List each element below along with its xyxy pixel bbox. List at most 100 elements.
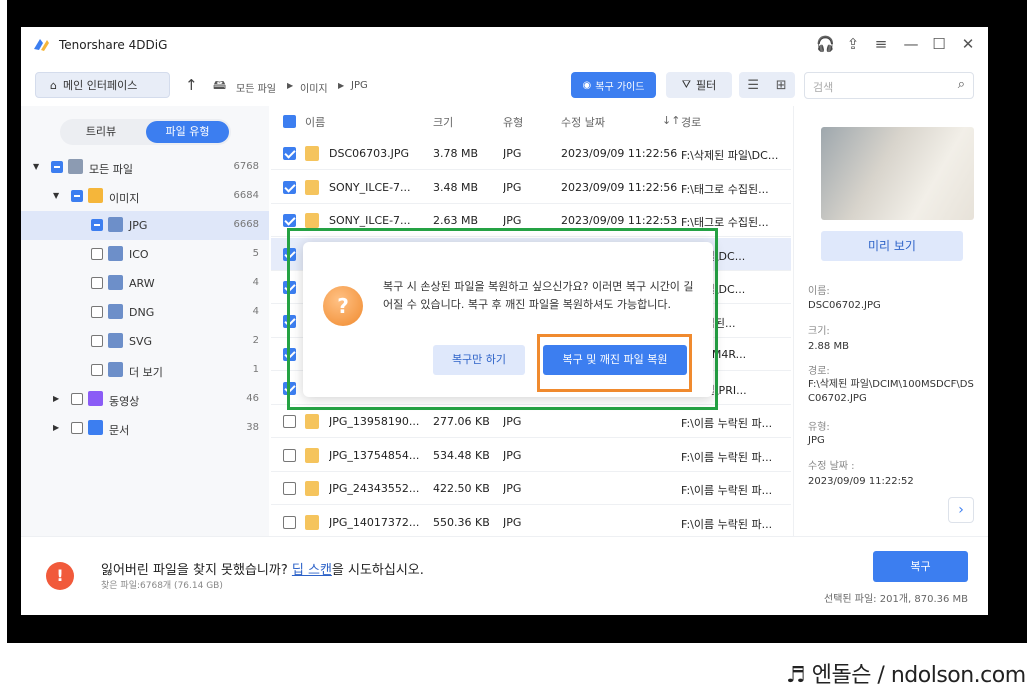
search-icon[interactable]: ⌕ bbox=[958, 77, 965, 92]
file-type: JPG bbox=[503, 515, 522, 529]
column-date-header[interactable]: 수정 날짜 bbox=[561, 114, 605, 130]
minimize-icon[interactable]: — bbox=[902, 35, 920, 53]
deep-scan-link[interactable]: 딥 스캔 bbox=[292, 563, 332, 578]
view-mode-toggle: 트리뷰 파일 유형 bbox=[60, 119, 231, 145]
tab-file-type[interactable]: 파일 유형 bbox=[146, 121, 229, 143]
folder-icon bbox=[108, 246, 123, 261]
file-size: 2.63 MB bbox=[433, 214, 479, 227]
watermark-text: ♬ 엔돌슨 / ndolson.com bbox=[786, 663, 1026, 688]
tree-item-label: DNG bbox=[129, 306, 155, 319]
tree-item-svg[interactable]: SVG 2 bbox=[21, 327, 269, 356]
row-checkbox[interactable] bbox=[283, 180, 296, 194]
question-icon: ? bbox=[323, 286, 363, 326]
sort-icon[interactable]: ↓↑ bbox=[662, 114, 680, 127]
search-input[interactable]: 검색 ⌕ bbox=[804, 72, 974, 99]
tree-item-arw[interactable]: ARW 4 bbox=[21, 269, 269, 298]
preview-thumbnail bbox=[821, 127, 974, 220]
tree-item-label: 문서 bbox=[109, 424, 130, 437]
breadcrumb-separator-icon: ▶ bbox=[287, 81, 294, 90]
filter-button[interactable]: ⛛ 필터 bbox=[666, 72, 732, 98]
checkbox[interactable] bbox=[91, 277, 103, 289]
select-all-checkbox[interactable] bbox=[283, 115, 296, 128]
file-type: JPG bbox=[503, 180, 522, 194]
size-value: 2.88 MB bbox=[808, 341, 849, 352]
expand-arrow-icon[interactable]: ▼ bbox=[33, 162, 39, 171]
checkbox[interactable] bbox=[51, 161, 63, 173]
file-date: 2023/09/09 11:22:56 bbox=[561, 180, 678, 194]
document-icon bbox=[88, 420, 103, 435]
row-checkbox[interactable] bbox=[283, 415, 296, 428]
checkbox[interactable] bbox=[91, 219, 103, 231]
tree-item-label: 동영상 bbox=[109, 395, 140, 408]
breadcrumb-all-files[interactable]: 모든 파일 bbox=[236, 80, 276, 95]
maximize-icon[interactable]: ☐ bbox=[930, 35, 948, 53]
row-checkbox[interactable] bbox=[283, 214, 296, 227]
recover-button[interactable]: 복구 bbox=[873, 551, 968, 582]
breadcrumb-images[interactable]: 이미지 bbox=[300, 80, 328, 95]
type-value: JPG bbox=[808, 435, 825, 446]
tree-item-ico[interactable]: ICO 5 bbox=[21, 240, 269, 269]
row-checkbox[interactable] bbox=[283, 515, 296, 529]
expand-arrow-icon[interactable]: ▼ bbox=[53, 191, 59, 200]
size-label: 크기: bbox=[808, 326, 830, 337]
column-path-header[interactable]: 경로 bbox=[681, 114, 701, 130]
column-name-header[interactable]: 이름 bbox=[305, 114, 325, 130]
recover-only-button[interactable]: 복구만 하기 bbox=[433, 345, 525, 375]
close-icon[interactable]: ✕ bbox=[959, 35, 977, 53]
checkbox[interactable] bbox=[91, 335, 103, 347]
file-date: 2023/09/09 11:22:56 bbox=[561, 147, 678, 160]
grid-view-icon[interactable]: ⊞ bbox=[776, 78, 787, 93]
headset-icon[interactable]: 🎧 bbox=[816, 35, 835, 53]
file-date: 2023/09/09 11:22:53 bbox=[561, 214, 678, 227]
tree-item-images[interactable]: ▼ 이미지 6684 bbox=[21, 182, 269, 211]
tree-item-label: 더 보기 bbox=[129, 366, 163, 379]
tree-item-documents[interactable]: ▶ 문서 38 bbox=[21, 414, 269, 443]
image-file-icon bbox=[305, 414, 319, 429]
table-row[interactable]: SONY_ILCE-7... 3.48 MB JPG 2023/09/09 11:22… bbox=[271, 171, 791, 204]
row-checkbox[interactable] bbox=[283, 147, 296, 160]
collapse-arrow-icon[interactable]: ▶ bbox=[53, 423, 59, 432]
image-file-icon bbox=[305, 179, 319, 195]
collapse-arrow-icon[interactable]: ▶ bbox=[53, 394, 59, 403]
drive-icon bbox=[68, 159, 83, 174]
tree-item-label: ARW bbox=[129, 277, 155, 290]
file-size: 3.78 MB bbox=[433, 147, 479, 160]
checkbox[interactable] bbox=[71, 190, 83, 202]
row-checkbox[interactable] bbox=[283, 448, 296, 462]
date-value: 2023/09/09 11:22:52 bbox=[808, 476, 914, 487]
preview-button[interactable]: 미리 보기 bbox=[821, 231, 963, 261]
checkbox[interactable] bbox=[91, 248, 103, 260]
tree-item-count: 6768 bbox=[233, 161, 259, 172]
column-size-header[interactable]: 크기 bbox=[433, 114, 453, 130]
file-type: JPG bbox=[503, 147, 522, 160]
tree-item-jpg[interactable]: JPG 6668 bbox=[21, 211, 269, 240]
checkbox[interactable] bbox=[71, 422, 83, 434]
row-checkbox[interactable] bbox=[283, 482, 296, 495]
checkbox[interactable] bbox=[71, 393, 83, 405]
home-button[interactable]: ⌂ 메인 인터페이스 bbox=[35, 72, 170, 98]
recovery-guide-button[interactable]: ◉ 복구 가이드 bbox=[571, 72, 656, 98]
tree-item-video[interactable]: ▶ 동영상 46 bbox=[21, 385, 269, 414]
tree-item-all-files[interactable]: ▼ 모든 파일 6768 bbox=[21, 153, 269, 182]
list-view-icon[interactable]: ☰ bbox=[747, 78, 759, 93]
menu-icon[interactable]: ≡ bbox=[872, 35, 890, 53]
file-name: JPG_24343552... bbox=[329, 482, 420, 495]
tree-item-more[interactable]: 더 보기 1 bbox=[21, 356, 269, 385]
tree-item-dng[interactable]: DNG 4 bbox=[21, 298, 269, 327]
file-type: JPG bbox=[503, 482, 522, 495]
checkbox[interactable] bbox=[91, 306, 103, 318]
tree-item-label: ICO bbox=[129, 248, 149, 261]
up-arrow-icon[interactable]: ↑ bbox=[185, 76, 198, 94]
checkbox[interactable] bbox=[91, 364, 103, 376]
table-row[interactable]: JPG_13754854... 534.48 KB JPG F:\이름 누락된 파..… bbox=[271, 439, 791, 472]
table-row[interactable]: DSC06703.JPG 3.78 MB JPG 2023/09/09 11:22:5… bbox=[271, 137, 791, 170]
column-type-header[interactable]: 유형 bbox=[503, 114, 523, 130]
table-row[interactable]: JPG_24343552... 422.50 KB JPG F:\이름 누락된 파..… bbox=[271, 472, 791, 505]
tab-tree-view[interactable]: 트리뷰 bbox=[60, 119, 142, 145]
table-row[interactable]: JPG_14017372... 550.36 KB JPG F:\이름 누락된 파..… bbox=[271, 506, 791, 539]
next-arrow-icon[interactable]: › bbox=[948, 497, 974, 523]
share-icon[interactable]: ⇪ bbox=[844, 35, 862, 53]
name-value: DSC06702.JPG bbox=[808, 300, 881, 311]
breadcrumb-jpg[interactable]: JPG bbox=[351, 80, 368, 91]
file-type: JPG bbox=[503, 448, 522, 462]
